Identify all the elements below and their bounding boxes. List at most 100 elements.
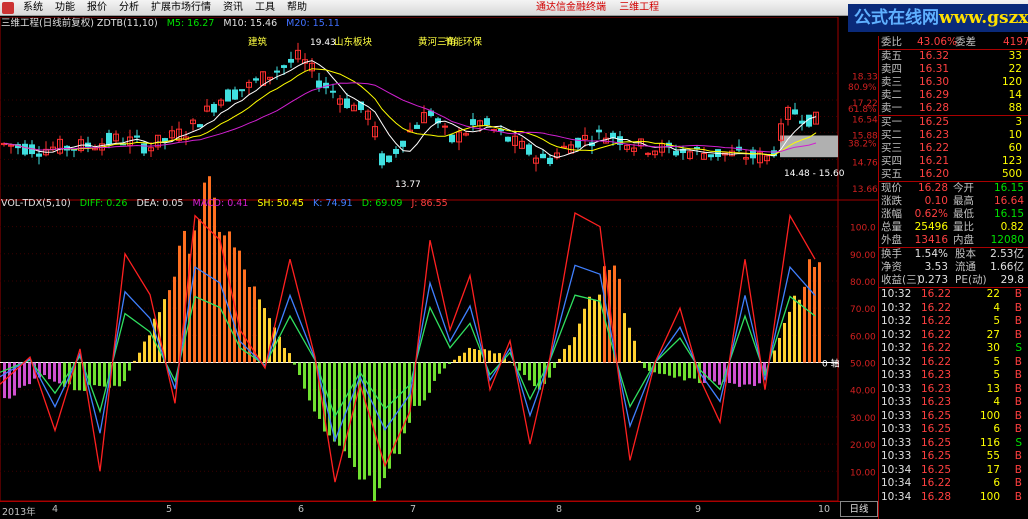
period-selector[interactable]: 日线 (840, 501, 878, 517)
tick-volume: 17 (986, 463, 1000, 476)
osc-bar (658, 362, 661, 374)
stat-label: 量比 (953, 221, 974, 233)
ind-tick: 10.00 (850, 468, 876, 478)
bid-row: 买一 16.25 3 (879, 116, 1028, 129)
bid-row: 买二 16.23 10 (879, 129, 1028, 142)
chart-canvas[interactable]: 18.3317.2216.5415.8814.7613.6680.9%61.8%… (0, 17, 878, 501)
osc-bar (168, 290, 171, 363)
level-volume: 33 (1008, 50, 1022, 62)
osc-bar (683, 362, 686, 381)
tick-time: 10:33 (881, 436, 912, 449)
tick-row: 10:32 16.22 27 B (879, 329, 1028, 343)
tick-time: 10:33 (881, 409, 912, 422)
tick-volume: 55 (986, 450, 1000, 462)
osc-bar (418, 362, 421, 406)
osc-bar (58, 362, 61, 384)
osc-bar (733, 362, 736, 384)
ind-tick: 100.0 (850, 224, 876, 234)
menu-item-news[interactable]: 资讯 (217, 0, 249, 16)
menu-item-analysis[interactable]: 分析 (113, 0, 145, 16)
tick-row: 10:33 16.25 55 B (879, 450, 1028, 464)
osc-bar (433, 362, 436, 381)
menu-item-quote[interactable]: 报价 (81, 0, 113, 16)
fund-label: 换手 (881, 248, 902, 260)
osc-bar (173, 276, 176, 363)
osc-bar (488, 350, 491, 363)
tick-volume: 4 (993, 301, 1000, 314)
osc-bar (718, 362, 721, 385)
candle-body (449, 134, 455, 143)
quote-panel: 委比 43.06% 委差 4197 卖五 16.32 33 卖四 16.31 22 卖三 16… (878, 36, 1028, 519)
osc-bar (678, 362, 681, 377)
osc-bar (773, 350, 776, 363)
osc-bar (523, 362, 526, 375)
level-label: 卖一 (881, 102, 902, 114)
ask-row: 卖二 16.29 14 (879, 89, 1028, 102)
osc-bar (178, 245, 181, 363)
tick-price: 16.25 (921, 450, 952, 462)
tick-time: 10:33 (881, 450, 912, 462)
ask-row: 卖五 16.32 33 (879, 50, 1028, 63)
weibi-row: 委比 43.06% 委差 4197 (879, 36, 1028, 49)
stat-label: 涨幅 (881, 208, 902, 220)
menu-item-system[interactable]: 系统 (17, 0, 49, 16)
chart-frame (0, 17, 839, 501)
stat-label: 内盘 (953, 234, 974, 246)
osc-bar (493, 353, 496, 363)
date-axis-bar: 2013年 4 5 6 7 8 9 10 日线 (0, 501, 878, 519)
candle-body (610, 132, 616, 139)
menu-item-tools[interactable]: 工具 (249, 0, 281, 16)
fund-row: 换手 1.54% 股本 2.53亿 (879, 248, 1028, 261)
osc-bar (803, 286, 806, 363)
ind-tick: 70.00 (850, 305, 876, 315)
stat-value: 0.82 (1000, 221, 1024, 233)
date-label: 10 (818, 504, 831, 515)
tick-volume: 30 (986, 342, 1000, 354)
tick-side: S (1015, 436, 1022, 449)
stat-value: 16.15 (993, 182, 1024, 194)
osc-bar (218, 231, 221, 363)
tick-side: B (1014, 396, 1022, 408)
ask-row: 卖三 16.30 120 (879, 76, 1028, 89)
osc-bar (113, 362, 116, 386)
tick-time: 10:33 (881, 423, 912, 435)
menu-item-function[interactable]: 功能 (49, 0, 81, 16)
level-label: 买三 (881, 142, 902, 154)
level-label: 卖四 (881, 63, 902, 75)
level-price: 16.20 (919, 168, 950, 180)
osc-bar (138, 352, 141, 363)
candle-body (36, 153, 42, 157)
chart-area[interactable]: 18.33 17.22 16.54 15.88 14.76 13.66 80.9% 61.8%… (0, 17, 878, 519)
tick-side: B (1014, 315, 1022, 327)
level-label: 买一 (881, 116, 902, 128)
osc-bar (393, 362, 396, 454)
tick-price: 16.25 (921, 463, 952, 476)
diff-value: DIFF: 0.26 (79, 198, 128, 209)
tick-price: 16.23 (921, 369, 952, 381)
osc-bar (78, 362, 81, 391)
osc-bar (628, 327, 631, 363)
candle-body (211, 103, 217, 113)
menu-item-help[interactable]: 帮助 (281, 0, 313, 16)
osc-bar (593, 299, 596, 363)
stat-row: 涨跌 0.10 最高 16.64 (879, 195, 1028, 208)
tick-tape[interactable]: 10:32 16.22 22 B 10:32 16.22 4 B 10:32 16.22 5 B 10:… (879, 288, 1028, 504)
date-label: 6 (298, 504, 305, 515)
level-label: 卖二 (881, 89, 902, 101)
sector-tag: 建筑 (248, 36, 268, 48)
osc-bar (123, 362, 126, 382)
candle-body (239, 89, 245, 92)
osc-bar (753, 362, 756, 386)
osc-bar (303, 362, 306, 389)
candle-body (197, 124, 203, 128)
candle-body (330, 90, 336, 93)
tick-volume: 5 (993, 355, 1000, 368)
osc-bar (453, 359, 456, 363)
ind-name[interactable]: VOL-TDX(5,10) (1, 198, 71, 209)
ma10-value: M10: 15.46 (223, 18, 278, 29)
fund-value: 2.53亿 (990, 248, 1024, 260)
menu-item-ext-market[interactable]: 扩展市场行情 (145, 0, 217, 16)
osc-bar (423, 362, 426, 401)
price-tick: 18.33 (852, 72, 878, 82)
fund-value: 29.8 (1000, 274, 1024, 286)
